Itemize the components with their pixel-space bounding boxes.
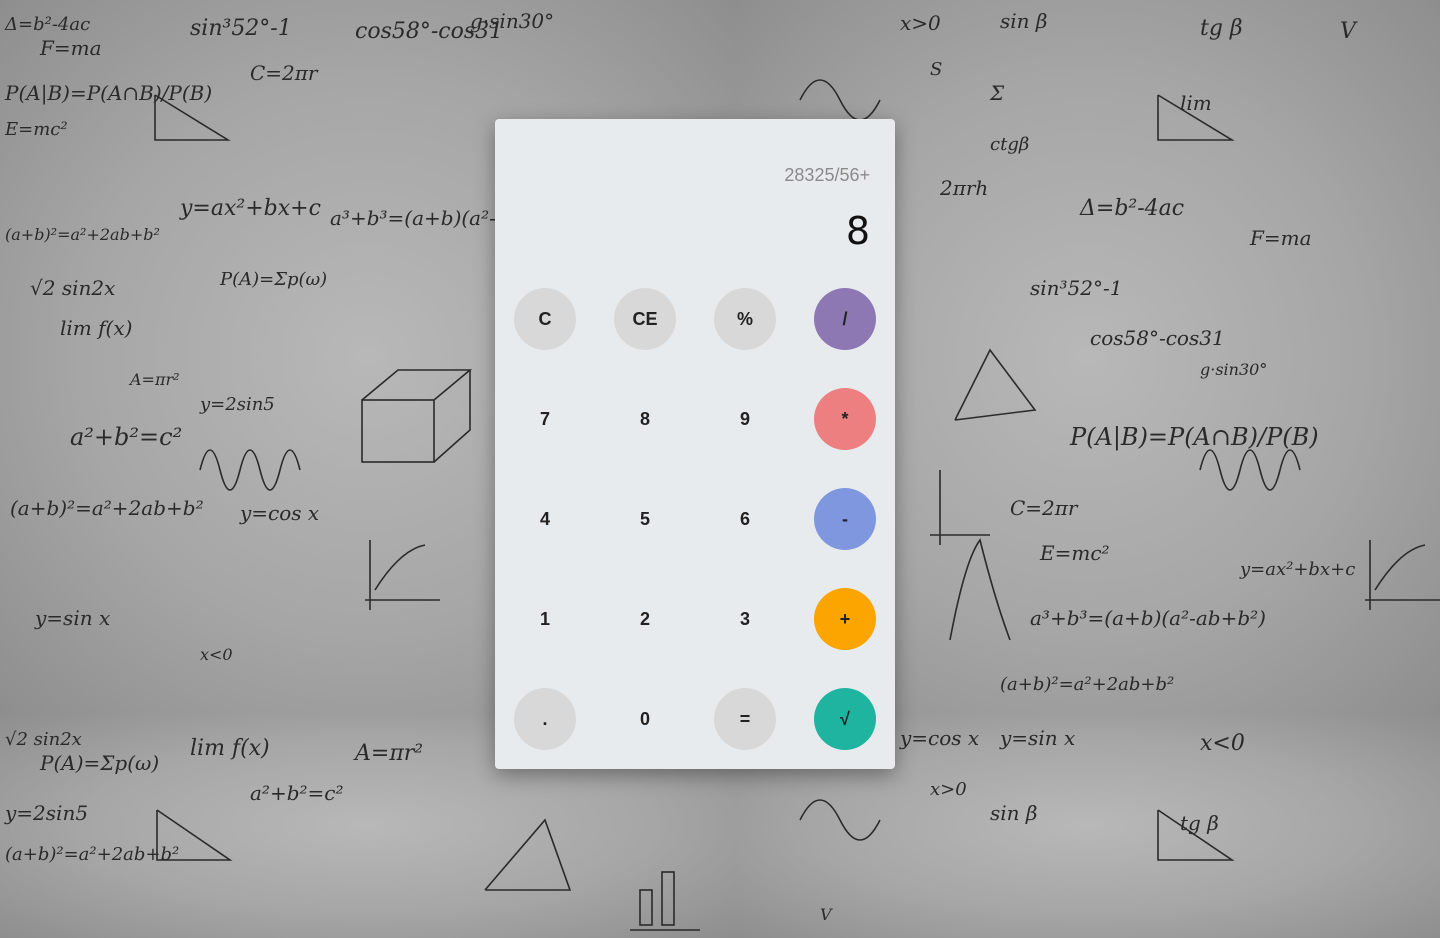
background-formula: x<0 — [1200, 731, 1245, 756]
background-formula: V — [820, 905, 833, 924]
background-formula: sin β — [990, 801, 1037, 825]
clear-entry-button[interactable]: CE — [614, 288, 676, 350]
background-formula: E=mc² — [1039, 541, 1110, 565]
background-formula: F=ma — [39, 36, 102, 60]
digit-2-button[interactable]: 2 — [614, 588, 676, 650]
equals-button[interactable]: = — [714, 688, 776, 750]
background-formula: E=mc² — [4, 119, 68, 140]
percent-button[interactable]: % — [714, 288, 776, 350]
background-formula: lim f(x) — [60, 316, 132, 340]
background-formula: A=πr² — [353, 741, 423, 766]
multiply-button[interactable]: * — [814, 388, 876, 450]
background-formula: A=πr² — [128, 370, 180, 389]
background-formula: sin³52°-1 — [1030, 276, 1123, 300]
digit-1-button[interactable]: 1 — [514, 588, 576, 650]
calculator: 28325/56+ 8 C CE%/7 8 9 * 4 5 6-1 2 3 +. 0 = √ — [495, 119, 895, 769]
decimal-button[interactable]: . — [514, 688, 576, 750]
background-formula: P(A|B)=P(A∩B)/P(B) — [1069, 423, 1319, 452]
background-formula: Σ — [989, 81, 1005, 105]
background-formula: g·sin30° — [1200, 360, 1267, 379]
background-formula: tg β — [1180, 811, 1219, 835]
background-formula: tg β — [1200, 16, 1243, 41]
background-formula: g·sin30° — [470, 9, 554, 33]
subtract-button[interactable]: - — [814, 488, 876, 550]
background-formula: a²+b²=c² — [70, 423, 182, 451]
background-formula: lim — [1180, 91, 1212, 115]
background-formula: ctgβ — [990, 134, 1029, 155]
background-formula: C=2πr — [250, 61, 319, 85]
background-formula: y=cos x — [239, 501, 319, 525]
background-formula: P(A)=Σp(ω) — [39, 751, 159, 775]
background-formula: V — [1340, 19, 1358, 44]
calculation-history: 28325/56+ — [784, 165, 870, 185]
square-root-button[interactable]: √ — [814, 688, 876, 750]
background-formula: a²+b²=c² — [250, 781, 344, 805]
digit-6-button[interactable]: 6 — [714, 488, 776, 550]
background-formula: cos58°-cos31 — [1090, 326, 1225, 350]
divide-button[interactable]: / — [814, 288, 876, 350]
background-formula: 2πrh — [939, 176, 988, 200]
background-formula: S — [930, 59, 942, 80]
keypad: C CE% / 7 8 9 * 4 5 6- 1 2 3 +. 0 = √ — [514, 288, 876, 750]
background-formula: (a+b)²=a²+2ab+b² — [5, 844, 179, 865]
background-formula: x>0 — [900, 11, 941, 35]
digit-8-button[interactable]: 8 — [614, 388, 676, 450]
background-formula: F=ma — [1249, 226, 1312, 250]
background-formula: P(A)=Σp(ω) — [219, 269, 327, 290]
background-formula: (a+b)²=a²+2ab+b² — [10, 496, 204, 520]
digit-3-button[interactable]: 3 — [714, 588, 776, 650]
digit-0-button[interactable]: 0 — [614, 688, 676, 750]
background-formula: y=sin x — [999, 726, 1075, 750]
background-formula: x<0 — [200, 645, 233, 664]
background-formula: a³+b³=(a+b)(a²-ab+b²) — [1030, 606, 1266, 630]
background-formula: (a+b)²=a²+2ab+b² — [5, 225, 160, 244]
background-formula: √2 sin2x — [5, 729, 82, 750]
digit-7-button[interactable]: 7 — [514, 388, 576, 450]
background-formula: y=sin x — [34, 606, 110, 630]
background-formula: y=2sin5 — [199, 394, 275, 415]
background-formula: P(A|B)=P(A∩B)/P(B) — [4, 81, 212, 106]
background-formula: C=2πr — [1010, 496, 1079, 520]
background-formula: y=ax²+bx+c — [179, 196, 321, 221]
background-formula: √2 sin2x — [30, 276, 115, 300]
background-formula: sin³52°-1 — [190, 16, 292, 41]
background-formula: y=ax²+bx+c — [1239, 559, 1355, 580]
background-formula: Δ=b²-4ac — [1079, 196, 1184, 221]
digit-9-button[interactable]: 9 — [714, 388, 776, 450]
result-display: 8 — [845, 209, 870, 253]
background-formula: lim f(x) — [190, 736, 270, 761]
background-formula: sin β — [1000, 9, 1047, 33]
background-formula: (a+b)²=a²+2ab+b² — [1000, 674, 1174, 695]
add-button[interactable]: + — [814, 588, 876, 650]
background-formula: x>0 — [930, 779, 967, 800]
background-formula: y=2sin5 — [4, 801, 88, 825]
digit-4-button[interactable]: 4 — [514, 488, 576, 550]
background-formula: y=cos x — [899, 726, 979, 750]
digit-5-button[interactable]: 5 — [614, 488, 676, 550]
background-formula: Δ=b²-4ac — [4, 14, 90, 35]
clear-button[interactable]: C — [514, 288, 576, 350]
